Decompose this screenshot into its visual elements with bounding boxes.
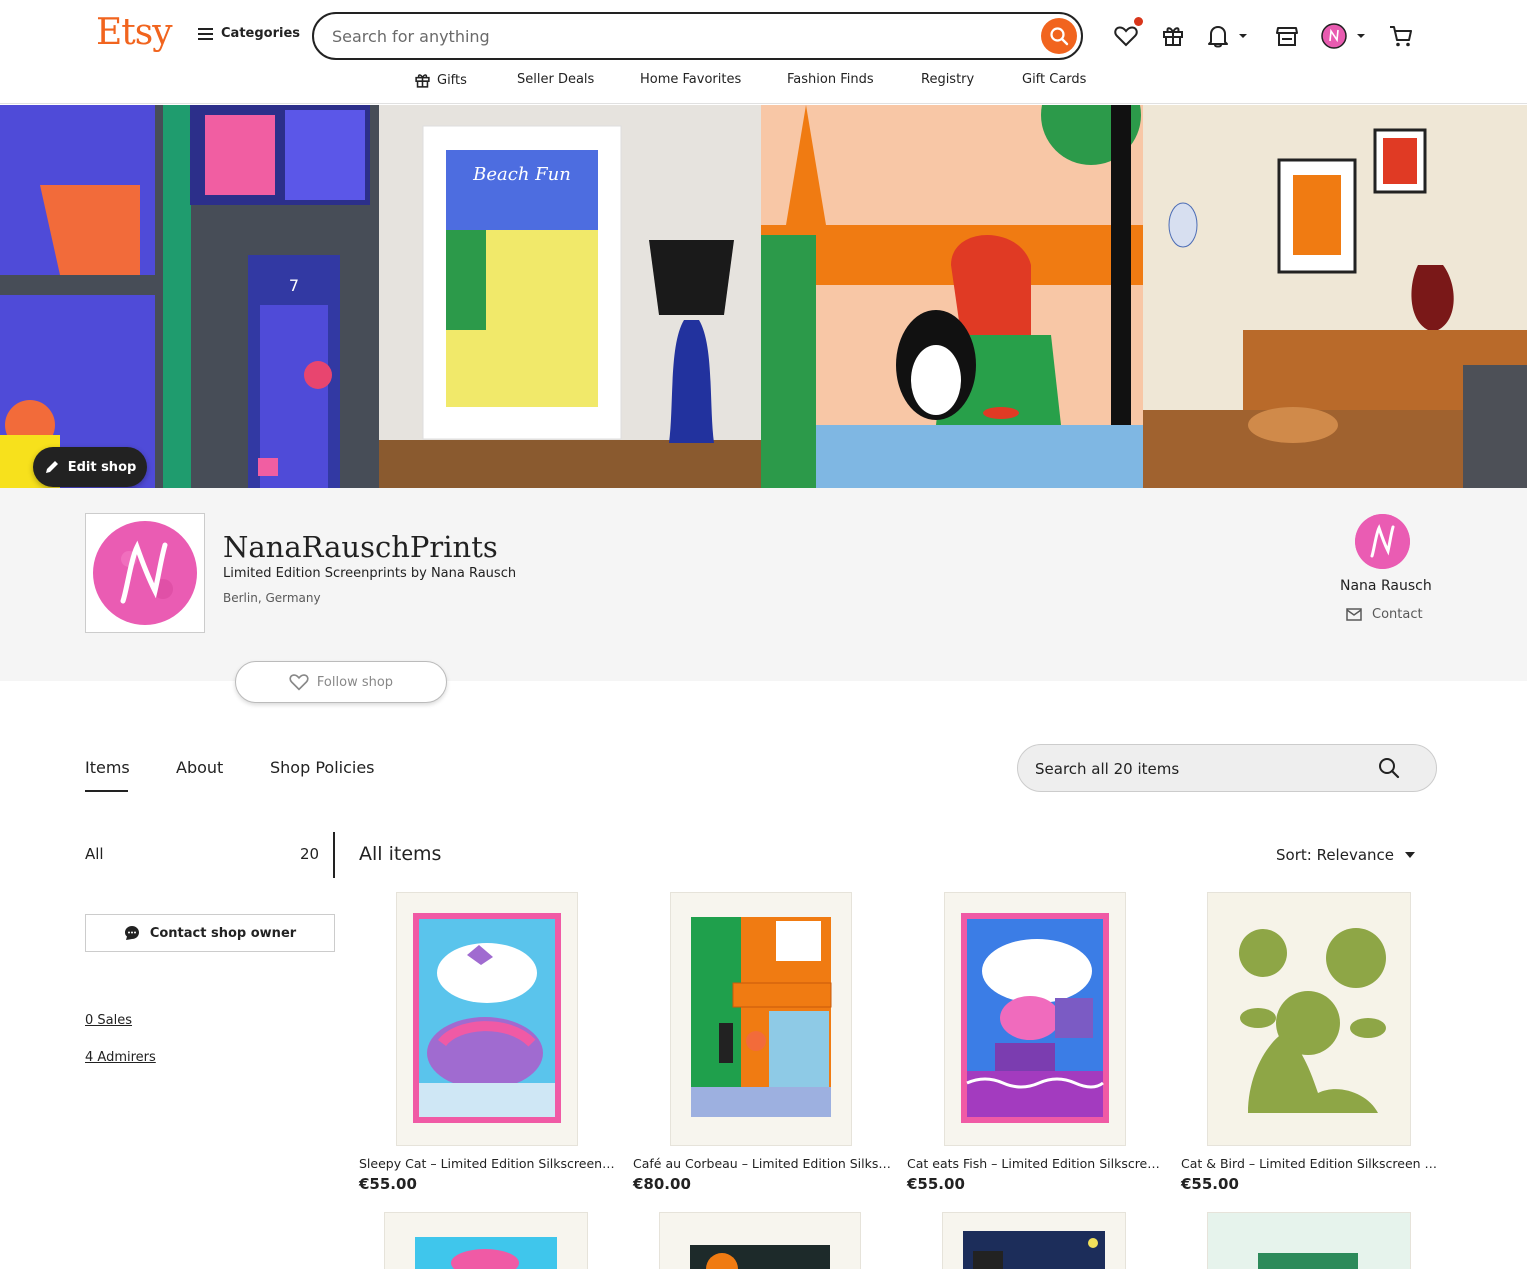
nav-seller-deals[interactable]: Seller Deals	[517, 72, 594, 87]
banner-image-beach-print: Beach Fun	[379, 105, 761, 488]
nav-gift-cards[interactable]: Gift Cards	[1022, 72, 1086, 87]
search-icon	[1050, 27, 1069, 46]
pencil-icon	[45, 461, 58, 473]
listing-image[interactable]	[660, 1213, 860, 1269]
chevron-down-icon	[1357, 34, 1365, 38]
banner-image-living-room	[1143, 105, 1527, 488]
contact-shop-owner-label: Contact shop owner	[149, 925, 297, 941]
avatar	[1321, 23, 1347, 49]
edit-shop-label: Edit shop	[67, 459, 137, 475]
nav-home-favorites[interactable]: Home Favorites	[640, 72, 741, 87]
categories-button[interactable]: Categories	[198, 26, 300, 41]
gift-icon	[1163, 27, 1183, 46]
admirers-link[interactable]: 4 Admirers	[85, 1050, 156, 1065]
shop-tagline: Limited Edition Screenprints by Nana Rau…	[223, 566, 517, 581]
edit-shop-button[interactable]: Edit shop	[33, 447, 147, 487]
active-tab-indicator	[85, 790, 128, 792]
categories-label: Categories	[221, 26, 301, 41]
listing-price: €80.00	[633, 1175, 691, 1193]
search-icon[interactable]	[1378, 757, 1400, 779]
notifications-button[interactable]	[1207, 22, 1253, 50]
heart-icon	[289, 674, 309, 691]
listing-image[interactable]	[943, 1213, 1125, 1269]
selected-section-indicator	[333, 832, 335, 878]
listing-title[interactable]: Sleepy Cat – Limited Edition Silkscreen …	[359, 1156, 617, 1171]
shop-name: NanaRauschPrints	[223, 530, 498, 564]
follow-shop-button[interactable]: Follow shop	[235, 661, 447, 703]
category-nav: Gifts Seller Deals Home Favorites Fashio…	[0, 72, 1527, 92]
shop-search-input[interactable]	[1035, 758, 1365, 780]
shop-logo	[85, 513, 205, 633]
caret-down-icon	[1405, 852, 1415, 858]
shop-search-bar	[1017, 744, 1437, 792]
section-title: All items	[359, 843, 442, 865]
heart-icon	[1114, 26, 1138, 47]
gift-mode-button[interactable]	[1159, 22, 1187, 50]
site-header: Etsy Categories Gifts Seller Deals Home …	[0, 0, 1527, 104]
tab-shop-policies[interactable]: Shop Policies	[270, 758, 375, 777]
svg-text:Beach Fun: Beach Fun	[472, 164, 571, 185]
shop-location: Berlin, Germany	[223, 591, 321, 605]
shop-info-panel: NanaRauschPrints Limited Edition Screenp…	[0, 488, 1527, 681]
listing-image[interactable]	[1208, 1213, 1410, 1269]
listing-title[interactable]: Cat eats Fish – Limited Edition Silkscre…	[907, 1156, 1165, 1171]
sales-link[interactable]: 0 Sales	[85, 1013, 132, 1028]
nav-gifts[interactable]: Gifts	[414, 72, 467, 89]
contact-shop-owner-button[interactable]: Contact shop owner	[85, 914, 335, 952]
cart-button[interactable]	[1387, 22, 1415, 50]
etsy-logo[interactable]: Etsy	[96, 12, 173, 53]
search-input[interactable]	[332, 24, 1032, 48]
listing-title[interactable]: Cat & Bird – Limited Edition Silkscreen …	[1181, 1156, 1439, 1171]
banner-image-city-windows: 7	[0, 105, 379, 488]
shop-manager-button[interactable]	[1273, 22, 1301, 50]
listing-price: €55.00	[359, 1175, 417, 1193]
account-button[interactable]	[1321, 22, 1369, 50]
listing-price: €55.00	[1181, 1175, 1239, 1193]
menu-icon	[198, 27, 213, 40]
gift-icon	[415, 74, 430, 88]
follow-shop-label: Follow shop	[316, 674, 394, 690]
listing-image[interactable]	[1208, 893, 1410, 1145]
notification-dot	[1134, 17, 1143, 26]
section-all-count: 20	[300, 845, 320, 863]
banner-image-paris-cafe	[761, 105, 1143, 488]
nav-registry[interactable]: Registry	[921, 72, 974, 87]
svg-text:7: 7	[289, 276, 299, 295]
search-button[interactable]	[1041, 18, 1077, 54]
listing-price: €55.00	[907, 1175, 965, 1193]
listing-image[interactable]	[671, 893, 851, 1145]
sort-dropdown[interactable]: Sort: Relevance	[1276, 846, 1416, 864]
chat-bubble-icon	[124, 926, 139, 940]
owner-avatar[interactable]	[1355, 514, 1410, 569]
shop-icon	[1276, 27, 1298, 46]
listing-title[interactable]: Café au Corbeau – Limited Edition Silksc…	[633, 1156, 891, 1171]
tab-items[interactable]: Items	[85, 758, 130, 777]
sort-label: Sort: Relevance	[1276, 846, 1394, 864]
section-all[interactable]: All	[85, 845, 104, 863]
contact-label: Contact	[1372, 607, 1423, 622]
nav-fashion-finds[interactable]: Fashion Finds	[787, 72, 874, 87]
tab-about[interactable]: About	[176, 758, 223, 777]
owner-name[interactable]: Nana Rausch	[1340, 578, 1432, 594]
favorites-button[interactable]	[1112, 17, 1143, 50]
shop-banner: 7 Beach Fun	[0, 105, 1527, 488]
envelope-icon	[1346, 608, 1362, 621]
listing-image[interactable]	[945, 893, 1125, 1145]
contact-owner-link[interactable]: Contact	[1346, 607, 1423, 622]
search-bar	[312, 12, 1083, 60]
listing-image[interactable]	[385, 1213, 587, 1269]
nav-gifts-label: Gifts	[437, 73, 467, 88]
cart-icon	[1390, 26, 1412, 47]
listing-image[interactable]	[397, 893, 577, 1145]
bell-icon	[1208, 26, 1228, 48]
chevron-down-icon	[1239, 34, 1247, 38]
